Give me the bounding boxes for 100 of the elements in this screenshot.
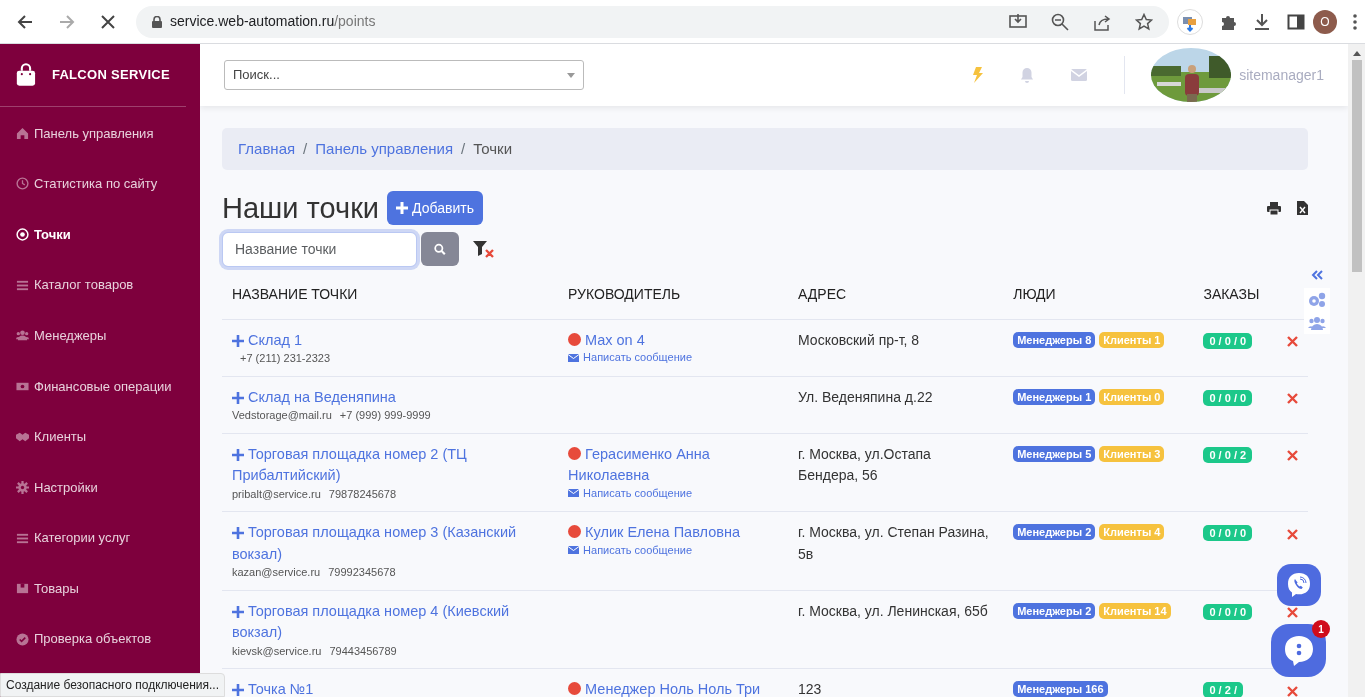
point-name-link[interactable]: Торговая площадка номер 2 (ТЦ Прибалтийский) [232,443,549,487]
home-icon [16,126,29,140]
caret-icon [567,72,575,78]
close-icon [1287,393,1298,405]
sidebar-item[interactable]: Категории услуг [0,512,200,564]
address-text: Московский пр-т, 8 [798,331,920,348]
clear-filter-icon[interactable] [473,241,495,260]
manager-link[interactable]: Менеджер Ноль Ноль Три [568,679,779,697]
column-header: ЗАКАЗЫ [1193,269,1277,320]
address-bar[interactable]: service.web-automation.ru/points [136,5,1169,38]
plus-icon [232,605,244,618]
sidebar-item[interactable]: Клиенты [0,411,200,463]
column-header: АДРЕС [788,269,1004,320]
message-link[interactable]: Написать сообщение [568,543,779,557]
notification-badge: 1 [1312,620,1330,638]
managers-count-badge[interactable]: Менеджеры 8 [1013,331,1096,348]
list-icon [16,278,29,292]
plus-icon [232,391,244,404]
users-icon[interactable] [1308,316,1326,330]
managers-count-badge[interactable]: Менеджеры 166 [1013,681,1108,697]
lock-icon [152,15,162,28]
managers-count-badge[interactable]: Менеджеры 2 [1013,524,1096,541]
managers-count-badge[interactable]: Менеджеры 2 [1013,602,1096,619]
excel-icon[interactable] [1297,201,1308,216]
sidebar-item[interactable]: Статистика по сайту [0,158,200,210]
collapse-icon[interactable] [1311,270,1323,280]
phone-icon [1286,572,1312,598]
download-icon[interactable] [1253,12,1271,31]
sidebar-item[interactable]: Настройки [0,462,200,513]
scrollbar[interactable] [1348,44,1365,697]
breadcrumb-separator: / [303,138,308,159]
managers-count-badge[interactable]: Менеджеры 1 [1013,388,1096,405]
contact-text: kievsk@service.ru [232,643,322,658]
star-icon[interactable] [1135,12,1153,31]
point-name-link[interactable]: Торговая площадка номер 3 (Казанский вокзал) [232,522,549,566]
extension-icon[interactable] [1177,8,1203,35]
print-icon[interactable] [1267,201,1281,215]
sidebar-item[interactable]: Каталог товаров [0,259,200,311]
orders-badge: 0 / 2 / [1203,682,1243,697]
orders-badge: 0 / 0 / 0 [1203,332,1253,349]
search-field[interactable]: Название точки [222,231,417,267]
point-name-link[interactable]: Точка №1 [232,679,549,697]
message-link[interactable]: Написать сообщение [568,486,779,500]
chat-button[interactable] [1271,624,1326,677]
manager-link[interactable]: Герасименко Анна Николаевна [568,443,779,487]
point-name-link[interactable]: Склад на Веденяпина [232,386,549,409]
contact-text: Vedstorage@mail.ru [232,408,332,423]
add-button[interactable]: Добавить [387,191,483,226]
search-select[interactable]: Поиск... [224,60,584,90]
zoom-out-icon[interactable] [1051,12,1069,31]
breadcrumb-link[interactable]: Главная [238,137,296,161]
scrollbar-thumb[interactable] [1351,60,1362,272]
sidebar-item[interactable]: Точки [0,209,200,260]
side-panel-icon[interactable] [1287,12,1305,31]
sidebar-item[interactable]: Панель управления [0,108,200,159]
plus-icon [232,684,244,697]
point-name-link[interactable]: Торговая площадка номер 4 (Киевский вокзал) [232,600,549,644]
column-header: РУКОВОДИТЕЛЬ [558,269,789,320]
phone-chat-button[interactable] [1277,564,1321,606]
manager-link[interactable]: Max on 4 [568,329,779,352]
address-text: г. Москва, ул. Степан Разина, 5в [798,524,989,562]
target-icon [16,228,29,241]
sidebar-item[interactable]: Финансовые операции [0,360,200,412]
close-icon[interactable] [100,13,116,30]
more-icon[interactable] [1353,14,1357,31]
address-text: г. Москва, ул.Остапа Бендера, 56 [798,445,931,484]
sidebar-item[interactable]: Товары [0,563,200,614]
close-icon [1287,607,1298,619]
column-header: ЛЮДИ [1003,269,1194,320]
scroll-up-arrow-icon[interactable] [1352,50,1361,56]
address-text: Ул. Веденяпина д.22 [798,388,933,405]
manager-link[interactable]: Кулик Елена Павловна [568,522,779,544]
breadcrumb-link[interactable]: Панель управления [315,137,454,161]
install-icon[interactable] [1009,12,1027,31]
sidebar-item[interactable]: Менеджеры [0,310,200,361]
contact-text: +7 (211) 231-2323 [240,351,330,366]
status-dot [568,446,582,460]
status-dot [568,332,582,346]
envelope-icon [568,353,580,362]
envelope-icon [568,489,580,498]
profile-avatar[interactable]: O [1313,9,1337,34]
url-text[interactable]: service.web-automation.ru/points [170,11,376,32]
plus-icon [232,527,244,540]
page-title: Наши точки [222,191,380,226]
contact-text: +7 (999) 999-9999 [339,408,431,423]
message-link[interactable]: Написать сообщение [568,351,779,365]
search-button[interactable] [421,232,459,267]
username[interactable]: sitemanager1 [1239,64,1324,86]
brand-name: FALCON SERVICE [51,66,170,85]
share-icon[interactable] [1093,12,1111,31]
status-text: Создание безопасного подключения... [0,673,226,697]
forward-icon[interactable] [58,12,76,31]
orders-badge: 0 / 0 / 0 [1203,603,1253,620]
sidebar-item[interactable]: Проверка объектов [0,613,200,665]
managers-count-badge[interactable]: Менеджеры 5 [1013,445,1096,462]
search-icon [434,241,446,257]
close-icon [1287,528,1298,540]
orders-badge: 0 / 0 / 2 [1203,446,1253,463]
point-name-link[interactable]: Склад 1 [232,329,549,352]
back-icon[interactable] [16,12,34,31]
